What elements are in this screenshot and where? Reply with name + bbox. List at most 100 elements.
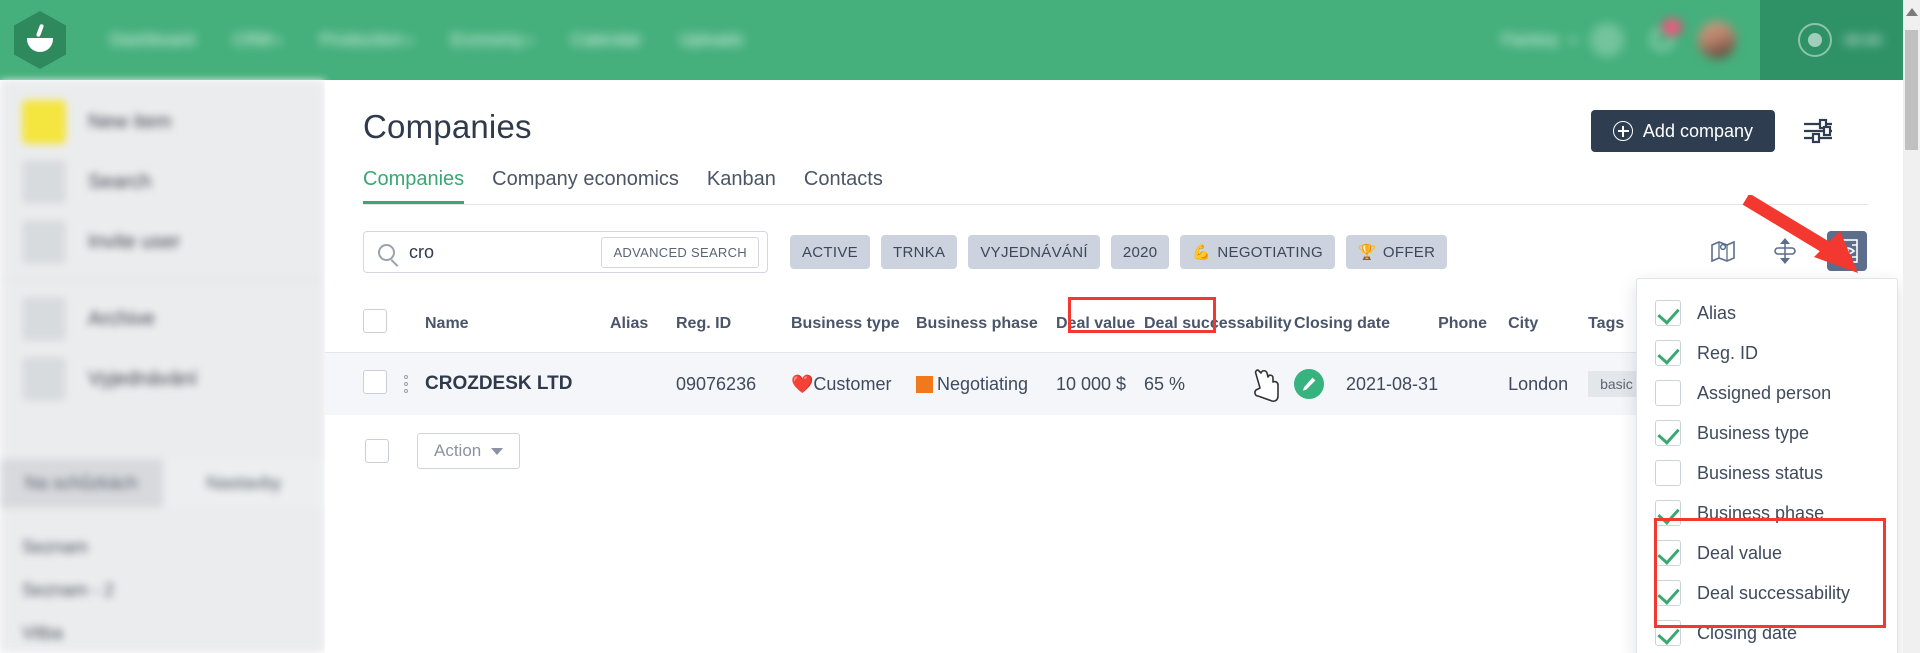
filter-chip-2020[interactable]: 2020: [1110, 235, 1170, 269]
filter-chip-trnka[interactable]: TRNKA: [880, 235, 958, 269]
filter-chip-offer[interactable]: 🏆 OFFER: [1345, 235, 1448, 269]
column-header-reg-id[interactable]: Reg. ID: [676, 299, 791, 353]
row-height-button[interactable]: [1765, 231, 1805, 271]
row-menu-icon[interactable]: [387, 375, 425, 393]
sidebar: New item Search Invite user Archive Vyje…: [0, 80, 325, 653]
nav-item-uploads[interactable]: Uploads: [680, 30, 744, 50]
tab-companies[interactable]: Companies: [363, 168, 465, 204]
column-header-name[interactable]: Name: [425, 299, 610, 353]
column-header-business-phase[interactable]: Business phase: [916, 299, 1056, 353]
heart-icon: ❤️: [791, 373, 814, 394]
checkbox-checked-icon[interactable]: [1655, 500, 1681, 526]
avatar[interactable]: [1698, 21, 1736, 59]
tab-contacts[interactable]: Contacts: [804, 168, 883, 204]
dropdown-item-reg-id[interactable]: Reg. ID: [1637, 333, 1897, 373]
dropdown-item-business-type[interactable]: Business type: [1637, 413, 1897, 453]
sidebar-item-archive[interactable]: Archive: [0, 289, 325, 349]
cell-city: London: [1508, 373, 1569, 394]
notifications-button[interactable]: 12: [1646, 19, 1682, 57]
visible-columns-button[interactable]: [1827, 231, 1867, 271]
map-view-button[interactable]: [1703, 231, 1743, 271]
globe-icon[interactable]: [1590, 23, 1624, 57]
add-company-button[interactable]: Add company: [1590, 110, 1775, 152]
chip-label: ACTIVE: [802, 243, 858, 261]
checkbox-checked-icon[interactable]: [1655, 580, 1681, 606]
scrollbar-thumb[interactable]: [1905, 30, 1918, 150]
timer-widget[interactable]: 00:00: [1760, 0, 1920, 80]
filter-chip-negotiating[interactable]: 💪 NEGOTIATING: [1180, 235, 1335, 269]
tab-company-economics[interactable]: Company economics: [492, 168, 679, 204]
page-scrollbar[interactable]: [1903, 0, 1920, 653]
action-label: Action: [434, 441, 482, 460]
column-header-deal-value[interactable]: Deal value: [1056, 299, 1144, 353]
search-input[interactable]: cro ADVANCED SEARCH: [363, 231, 768, 273]
top-navigation-bar: Dashboard CRM ▾ Production ▾ Economy ▾ Cale…: [0, 0, 1920, 80]
table-settings-button[interactable]: [1801, 116, 1835, 146]
app-logo[interactable]: [0, 11, 80, 69]
row-checkbox[interactable]: [363, 369, 387, 394]
scroll-up-arrow-icon[interactable]: [1905, 8, 1918, 16]
dropdown-item-business-status[interactable]: Business status: [1637, 453, 1897, 493]
dropdown-item-label: Alias: [1697, 302, 1737, 323]
checkbox-checked-icon[interactable]: [1655, 340, 1681, 366]
account-menu[interactable]: Factory ▾: [1502, 23, 1646, 57]
business-type-label: Customer: [813, 373, 892, 394]
column-header-deal-successability[interactable]: Deal successability: [1144, 299, 1294, 353]
edit-button[interactable]: [1294, 369, 1324, 399]
nav-item-dashboard[interactable]: Dashboard: [110, 30, 195, 50]
dropdown-item-deal-value[interactable]: Deal value: [1637, 533, 1897, 573]
filter-chip-vyjednavani[interactable]: VYJEDNÁVÁNÍ: [968, 235, 1100, 269]
checkbox-checked-icon[interactable]: [1655, 620, 1681, 646]
list-item[interactable]: Seznam - 2: [22, 569, 325, 612]
company-name[interactable]: CROZDESK LTD: [425, 373, 572, 394]
sidebar-item-search[interactable]: Search: [0, 152, 325, 212]
sidebar-tab-settings[interactable]: Nastavby: [162, 459, 325, 508]
filter-chip-active[interactable]: ACTIVE: [790, 235, 870, 269]
column-header-business-type[interactable]: Business type: [791, 299, 916, 353]
list-item[interactable]: Vitba: [22, 612, 325, 653]
sidebar-tab-scheduled[interactable]: Na schůzkách: [0, 459, 163, 508]
action-dropdown-button[interactable]: Action: [417, 433, 521, 469]
cell-phone: [1438, 353, 1508, 416]
column-header-city[interactable]: City: [1508, 299, 1588, 353]
nav-item-crm[interactable]: CRM ▾: [233, 30, 282, 50]
notification-badge: 12: [1662, 19, 1682, 35]
select-all-checkbox[interactable]: [363, 309, 387, 333]
sidebar-item-invite-user[interactable]: Invite user: [0, 212, 325, 272]
nav-item-economy[interactable]: Economy ▾: [451, 30, 533, 50]
checkbox-checked-icon[interactable]: [1655, 420, 1681, 446]
nav-item-production[interactable]: Production ▾: [320, 30, 413, 50]
dropdown-item-business-phase[interactable]: Business phase: [1637, 493, 1897, 533]
column-header-phone[interactable]: Phone: [1438, 299, 1508, 353]
sidebar-list: Seznam Seznam - 2 Vitba: [0, 508, 325, 653]
nav-item-calendar[interactable]: Calendar: [571, 30, 642, 50]
column-header-alias[interactable]: Alias: [610, 299, 676, 353]
user-add-icon: [22, 220, 66, 264]
account-name: Factory: [1501, 30, 1559, 49]
checkbox-checked-icon[interactable]: [1655, 540, 1681, 566]
checkbox-checked-icon[interactable]: [1655, 300, 1681, 326]
column-header-closing-date[interactable]: Closing date: [1294, 299, 1438, 353]
checkbox-unchecked-icon[interactable]: [1655, 460, 1681, 486]
dropdown-item-closing-date[interactable]: Closing date: [1637, 613, 1897, 653]
business-phase-label: Negotiating: [937, 373, 1029, 394]
search-icon: [22, 160, 66, 204]
list-item[interactable]: Seznam: [22, 526, 325, 569]
sidebar-item-label: New item: [88, 110, 172, 133]
cell-business-type: ❤️Customer: [791, 353, 916, 416]
checkbox-unchecked-icon[interactable]: [1655, 380, 1681, 406]
archive-icon: [22, 297, 66, 341]
deal-successability-value: 65 %: [1144, 373, 1186, 394]
sidebar-item-vyjednavani[interactable]: Vyjednávání: [0, 349, 325, 409]
cell-closing-date: 2021-08-31: [1294, 353, 1438, 416]
dropdown-item-deal-successability[interactable]: Deal successability: [1637, 573, 1897, 613]
dropdown-item-alias[interactable]: Alias: [1637, 293, 1897, 333]
pencil-icon: [1303, 377, 1316, 391]
dropdown-item-assigned-person[interactable]: Assigned person: [1637, 373, 1897, 413]
dropdown-item-label: Business phase: [1697, 502, 1825, 523]
advanced-search-button[interactable]: ADVANCED SEARCH: [601, 236, 759, 268]
sidebar-item-new-item[interactable]: New item: [0, 92, 325, 152]
tab-kanban[interactable]: Kanban: [707, 168, 776, 204]
chevron-down-icon: [491, 447, 504, 455]
bulk-select-checkbox[interactable]: [365, 439, 389, 463]
